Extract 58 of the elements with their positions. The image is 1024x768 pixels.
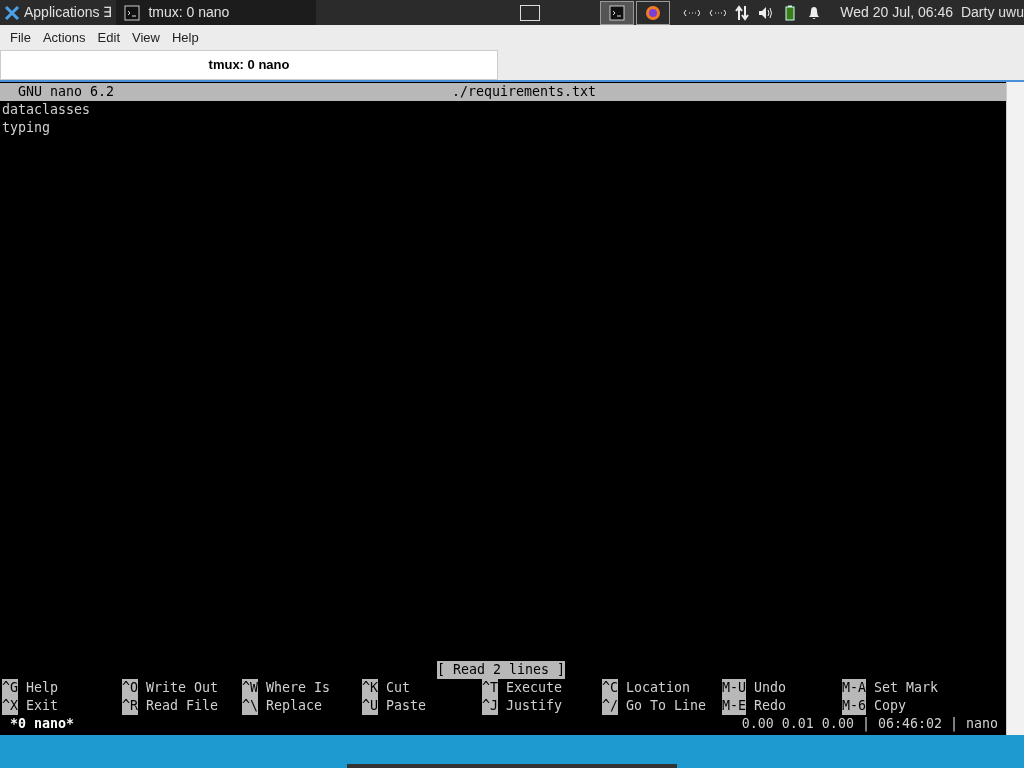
shortcut-key: ^U — [362, 697, 378, 715]
scrollbar[interactable] — [1006, 82, 1024, 735]
window-button[interactable]: tmux: 0 nano — [116, 0, 317, 25]
shortcut-key: ^/ — [602, 697, 618, 715]
text-line: dataclasses — [1, 101, 91, 119]
shortcut-label: Redo — [754, 697, 787, 715]
shortcut-label: Exit — [26, 697, 59, 715]
shortcut-label: Set Mark — [874, 679, 939, 697]
terminal-icon — [124, 4, 141, 21]
file-name: ./requirements.txt — [452, 83, 597, 101]
shortcut-key: ^K — [362, 679, 378, 697]
shortcut-label: Go To Line — [626, 697, 707, 715]
shortcut-label: Write Out — [146, 679, 219, 697]
clock[interactable]: Wed 20 Jul, 06:46 — [840, 2, 953, 23]
shortcut-key: ^C — [602, 679, 618, 697]
text-line: typing — [1, 119, 51, 137]
terminal-icon — [609, 4, 626, 21]
shortcut-key: M-E — [722, 697, 747, 715]
menu-item[interactable]: View — [126, 27, 166, 48]
shortcut-label: Execute — [506, 679, 563, 697]
shortcut-label: Where Is — [266, 679, 331, 697]
menu-item[interactable]: Actions — [36, 27, 92, 48]
shortcut-label: Help — [26, 679, 59, 697]
transfer-icon — [734, 4, 751, 21]
shortcut-label: Copy — [874, 697, 907, 715]
shortcut-label: Cut — [386, 679, 411, 697]
menu-item[interactable]: Edit — [91, 27, 126, 48]
status-message: [ Read 2 lines ] — [436, 661, 566, 679]
browser-launcher[interactable] — [636, 0, 671, 25]
shortcut-key: ^\ — [242, 697, 258, 715]
shortcut-key: ^W — [242, 679, 258, 697]
nano-version: GNU nano 6.2 — [18, 83, 116, 101]
shortcut-key: M-6 — [842, 697, 867, 715]
shortcut-label: Undo — [754, 679, 787, 697]
terminal-tab[interactable]: tmux: 0 nano — [0, 50, 498, 80]
menu-item[interactable]: File — [4, 27, 37, 48]
user-name[interactable]: Darty uwu — [960, 2, 1024, 23]
shortcut-key: ^G — [2, 679, 18, 697]
applications-menu[interactable]: Applications ∃ — [0, 0, 117, 25]
shortcut-label: Justify — [506, 697, 563, 715]
terminal-launcher[interactable] — [600, 0, 635, 25]
shortcut-label: Replace — [266, 697, 323, 715]
tmux-status: 0.00 0.01 0.00 | 06:46:02 | nano — [741, 715, 998, 733]
shortcut-label: Read File — [146, 697, 219, 715]
workspace-switcher[interactable] — [520, 4, 541, 21]
shortcut-label: Paste — [386, 697, 427, 715]
x-logo-icon — [4, 4, 20, 21]
shortcut-key: ^O — [122, 679, 138, 697]
shortcut-key: ^T — [482, 679, 498, 697]
tmux-window: *0 nano* — [10, 715, 75, 733]
browser-icon — [645, 4, 662, 21]
shortcut-key: M-A — [842, 679, 867, 697]
shortcut-key: M-U — [722, 679, 747, 697]
shortcut-key: ^X — [2, 697, 18, 715]
shortcut-label: Location — [626, 679, 691, 697]
shortcut-key: ^R — [122, 697, 138, 715]
shortcut-key: ^J — [482, 697, 498, 715]
menu-item[interactable]: Help — [165, 27, 205, 48]
